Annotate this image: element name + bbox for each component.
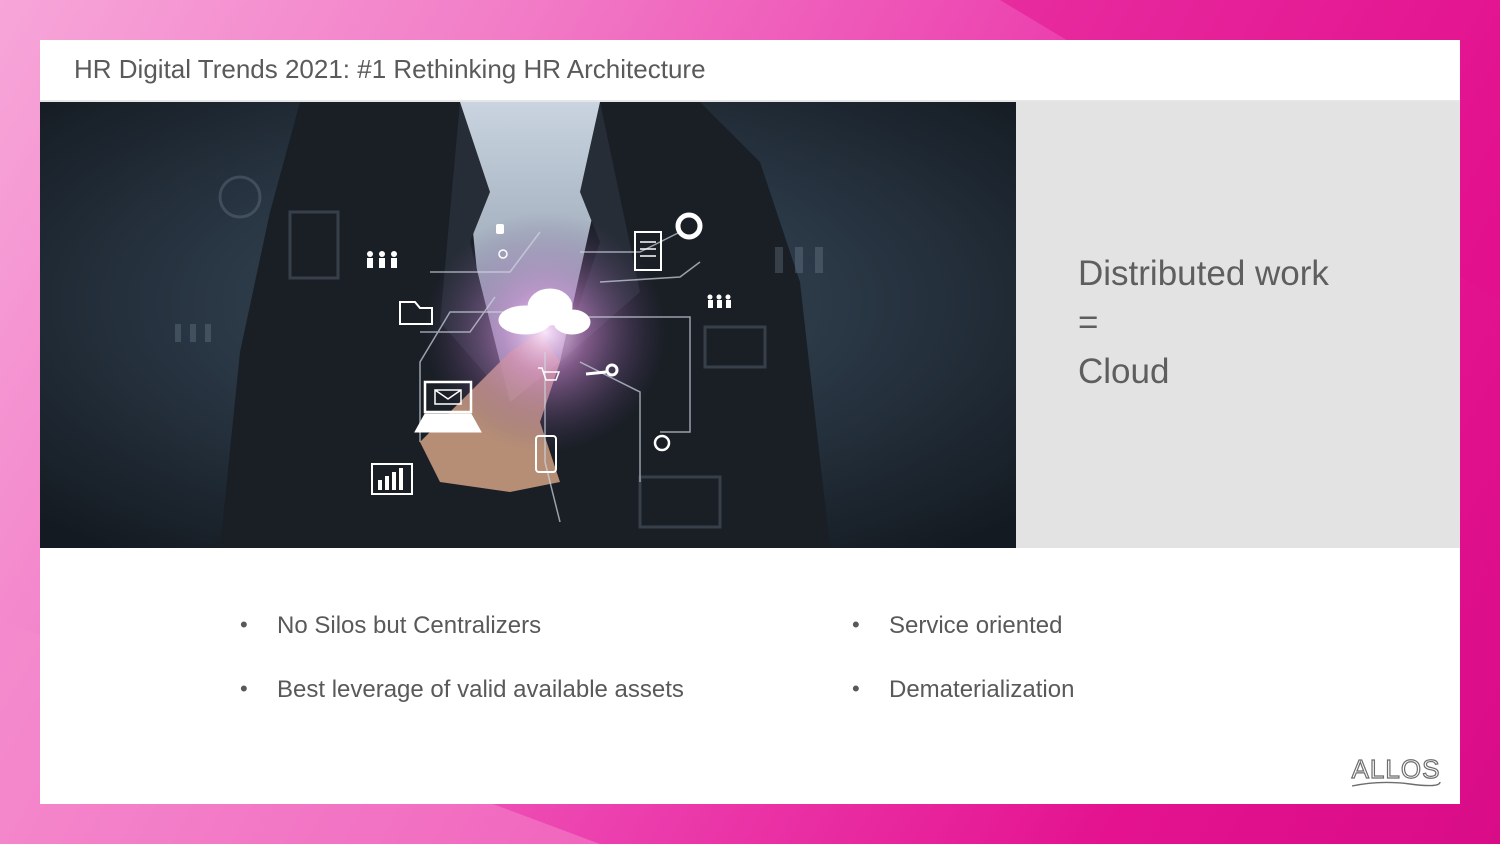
people-icon [367, 251, 397, 268]
bullet-marker: • [852, 612, 860, 637]
database-icon [496, 224, 504, 234]
bullet-marker: • [852, 676, 860, 701]
allos-logo: ALLOS [1351, 753, 1441, 787]
bullet-marker: • [240, 676, 248, 701]
bullet-text: Service oriented [889, 612, 1063, 639]
side-line-cloud: Cloud [1078, 352, 1170, 391]
slide: HR Digital Trends 2021: #1 Rethinking HR… [40, 40, 1460, 804]
people-icon [707, 294, 731, 308]
side-panel: Distributed work = Cloud [1016, 102, 1460, 548]
side-line-distributed-work: Distributed work [1078, 254, 1329, 293]
bullet-text: Dematerialization [889, 676, 1075, 703]
bullet-marker: • [240, 612, 248, 637]
side-line-equals: = [1078, 303, 1099, 342]
slide-title: HR Digital Trends 2021: #1 Rethinking HR… [74, 54, 706, 84]
bullet-text: No Silos but Centralizers [277, 612, 542, 639]
title-bar: HR Digital Trends 2021: #1 Rethinking HR… [40, 40, 1460, 102]
bullet-text: Best leverage of valid available assets [277, 676, 684, 703]
logo-text: ALLOS [1352, 754, 1441, 784]
cloud-technology-photo [40, 102, 1016, 548]
